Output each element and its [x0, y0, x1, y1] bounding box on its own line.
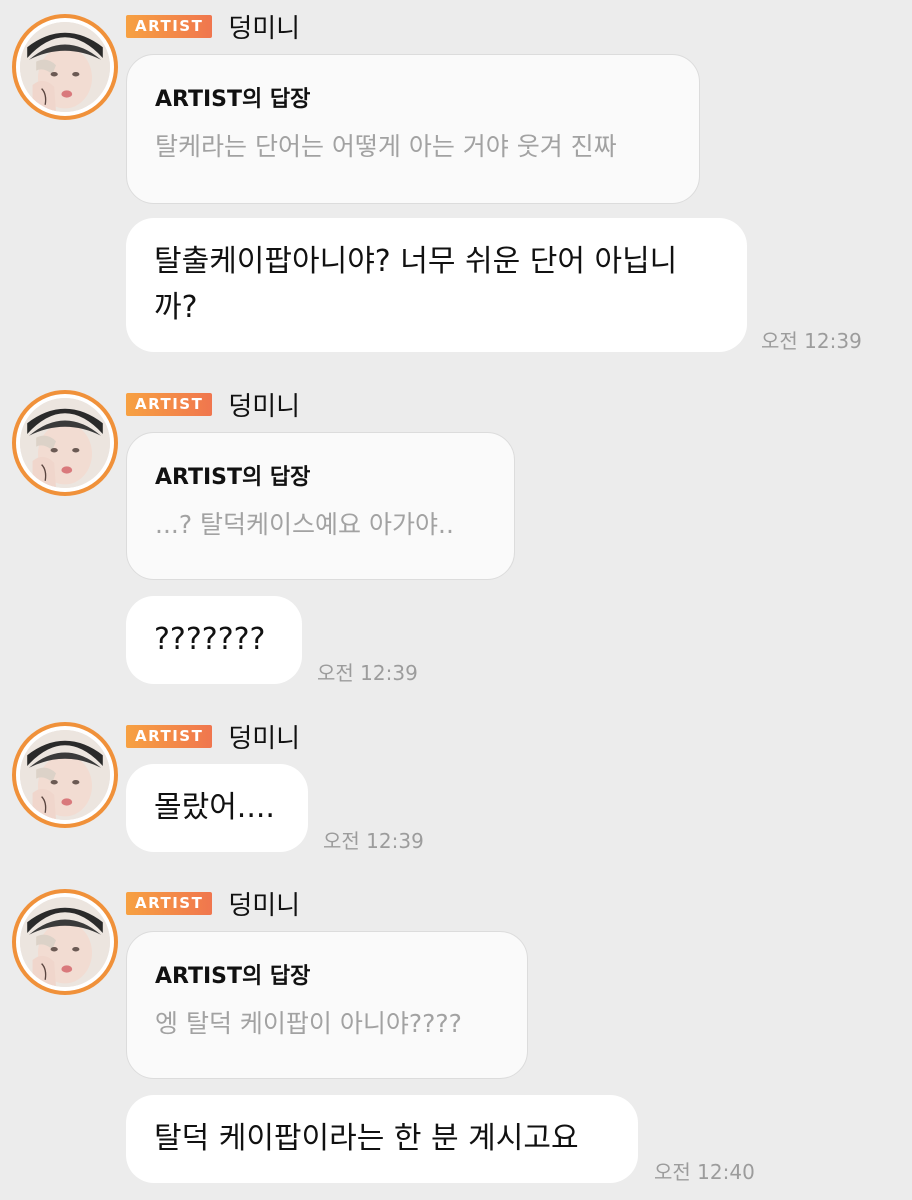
- reply-title: ARTIST의 답장: [155, 465, 311, 490]
- artist-photo: [20, 897, 110, 987]
- artist-badge: ARTIST: [126, 724, 213, 748]
- message-text: 탈출케이팝아니야? 너무 쉬운 단어 아닙니 까?: [154, 239, 677, 331]
- sender-name: 덩미니: [228, 13, 301, 44]
- message-text: ???????: [154, 622, 266, 657]
- artist-avatar[interactable]: [12, 889, 118, 995]
- sender-name: 덩미니: [228, 391, 301, 422]
- artist-photo: [20, 22, 110, 112]
- reply-quoted-text: ...? 탈덕케이스예요 아가야..: [155, 510, 454, 539]
- reply-quoted-text: 탈케라는 단어는 어떻게 아는 거야 웃겨 진짜: [155, 132, 617, 161]
- sender-header: ARTIST 덩미니: [126, 716, 300, 756]
- sender-name: 덩미니: [228, 890, 301, 921]
- message-text: 몰랐어....: [154, 790, 275, 825]
- sender-name: 덩미니: [228, 723, 301, 754]
- reply-title: ARTIST의 답장: [155, 964, 311, 989]
- reply-title: ARTIST의 답장: [155, 87, 311, 112]
- message-timestamp: 오전 12:39: [323, 829, 424, 853]
- artist-avatar[interactable]: [12, 14, 118, 120]
- artist-badge: ARTIST: [126, 14, 213, 38]
- artist-badge: ARTIST: [126, 891, 213, 915]
- sender-header: ARTIST 덩미니: [126, 883, 300, 923]
- message-text: 탈덕 케이팝이라는 한 분 계시고요: [154, 1121, 579, 1156]
- sender-header: ARTIST 덩미니: [126, 6, 300, 46]
- artist-reply-bubble[interactable]: ARTIST의 답장 탈케라는 단어는 어떻게 아는 거야 웃겨 진짜: [126, 54, 700, 204]
- message-bubble[interactable]: 탈덕 케이팝이라는 한 분 계시고요: [126, 1095, 638, 1183]
- artist-reply-bubble[interactable]: ARTIST의 답장 엥 탈덕 케이팝이 아니야????: [126, 931, 528, 1079]
- sender-header: ARTIST 덩미니: [126, 384, 300, 424]
- artist-photo: [20, 730, 110, 820]
- artist-reply-bubble[interactable]: ARTIST의 답장 ...? 탈덕케이스예요 아가야..: [126, 432, 515, 580]
- message-text-line: 탈출케이팝아니야? 너무 쉬운 단어 아닙니: [154, 244, 678, 279]
- message-bubble[interactable]: 몰랐어....: [126, 764, 308, 852]
- artist-avatar[interactable]: [12, 722, 118, 828]
- message-bubble[interactable]: ???????: [126, 596, 302, 684]
- message-timestamp: 오전 12:39: [761, 329, 862, 353]
- artist-photo: [20, 398, 110, 488]
- reply-quoted-text: 엥 탈덕 케이팝이 아니야????: [155, 1009, 462, 1038]
- message-bubble[interactable]: 탈출케이팝아니야? 너무 쉬운 단어 아닙니 까?: [126, 218, 747, 352]
- message-timestamp: 오전 12:40: [654, 1160, 755, 1184]
- artist-badge: ARTIST: [126, 392, 213, 416]
- artist-avatar[interactable]: [12, 390, 118, 496]
- message-text-line: 까?: [154, 290, 198, 325]
- message-timestamp: 오전 12:39: [317, 661, 418, 685]
